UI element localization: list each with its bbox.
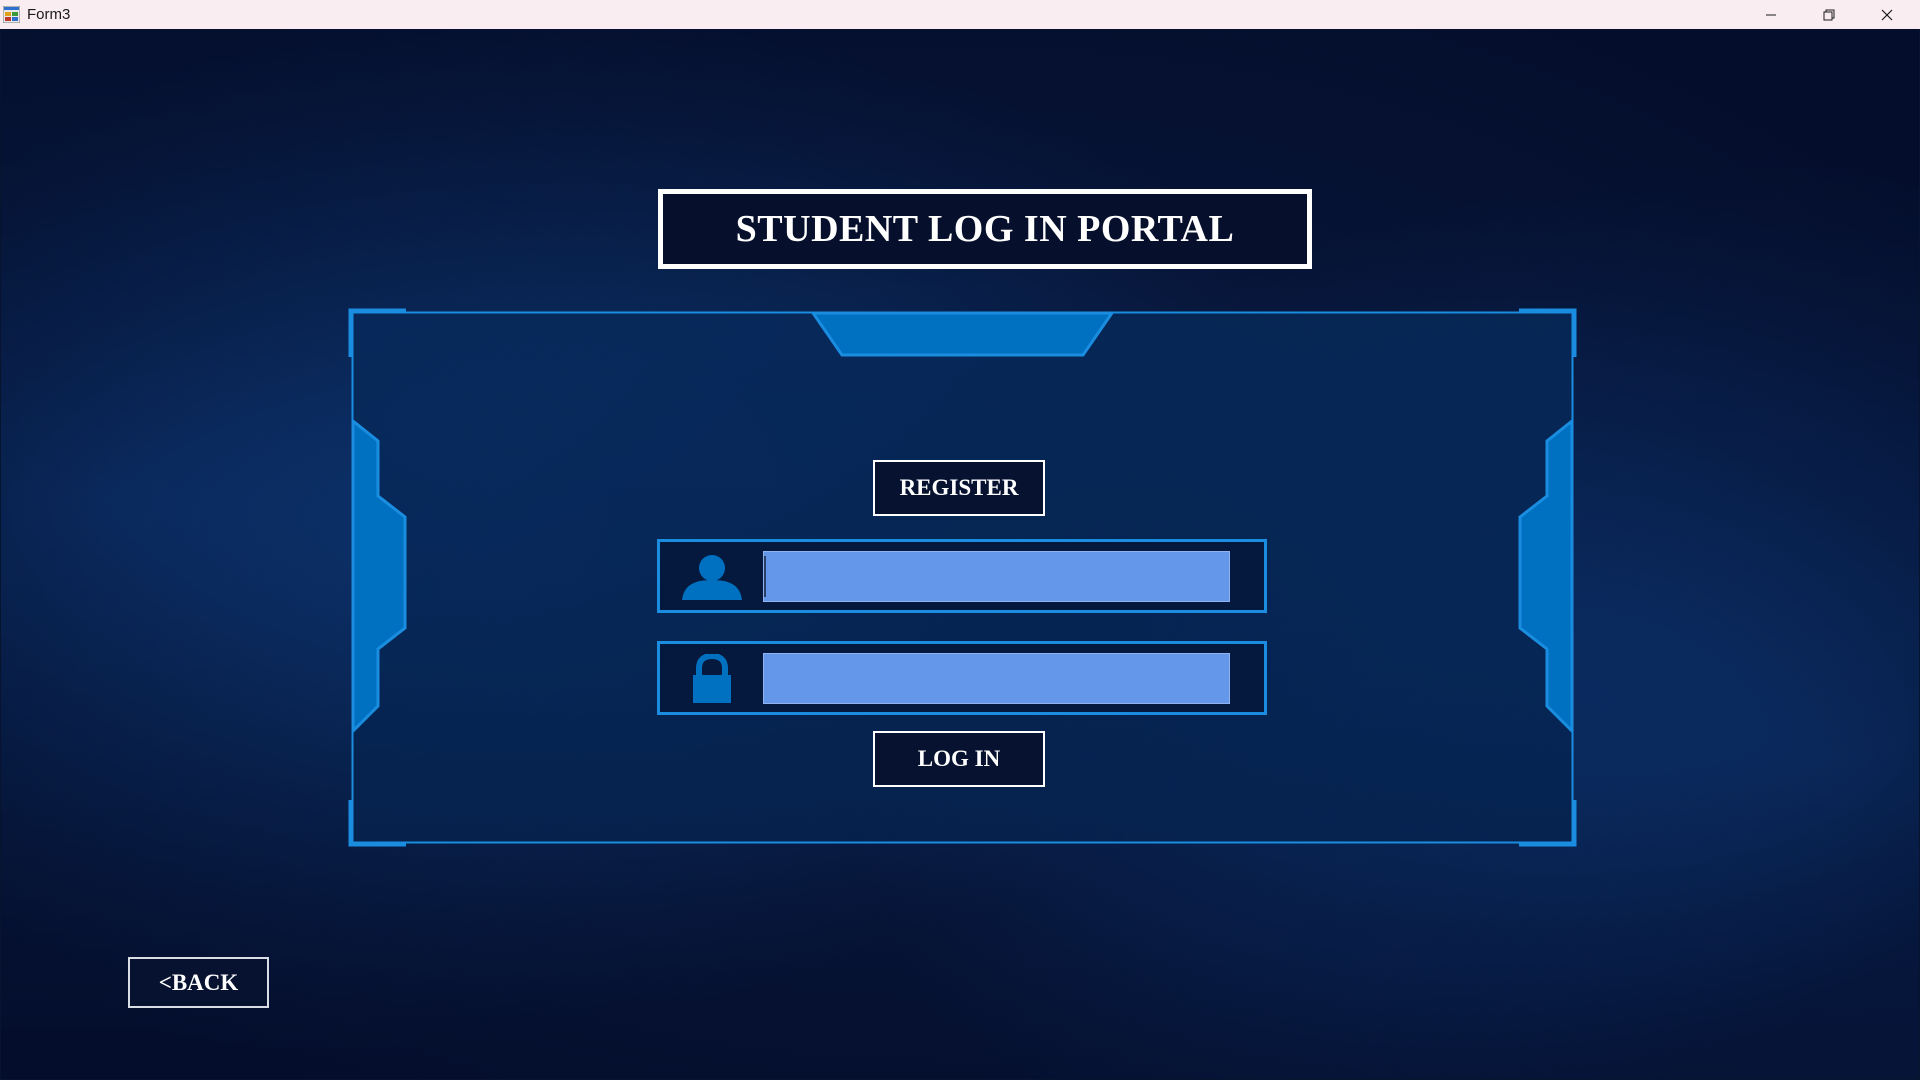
register-button[interactable]: REGISTER	[873, 460, 1045, 516]
page-title: STUDENT LOG IN PORTAL	[658, 189, 1312, 269]
back-button-label: <BACK	[158, 969, 239, 995]
page-title-text: STUDENT LOG IN PORTAL	[735, 208, 1235, 250]
text-caret	[764, 556, 766, 597]
password-input[interactable]	[763, 653, 1230, 704]
user-icon	[682, 555, 742, 600]
username-input[interactable]	[763, 551, 1230, 602]
back-button[interactable]: <BACK	[128, 957, 269, 1008]
username-field-group	[657, 539, 1267, 613]
lock-icon	[693, 654, 731, 703]
register-button-label: REGISTER	[899, 475, 1019, 500]
login-button[interactable]: LOG IN	[873, 731, 1045, 787]
password-field-group	[657, 641, 1267, 715]
login-button-label: LOG IN	[917, 746, 1001, 771]
